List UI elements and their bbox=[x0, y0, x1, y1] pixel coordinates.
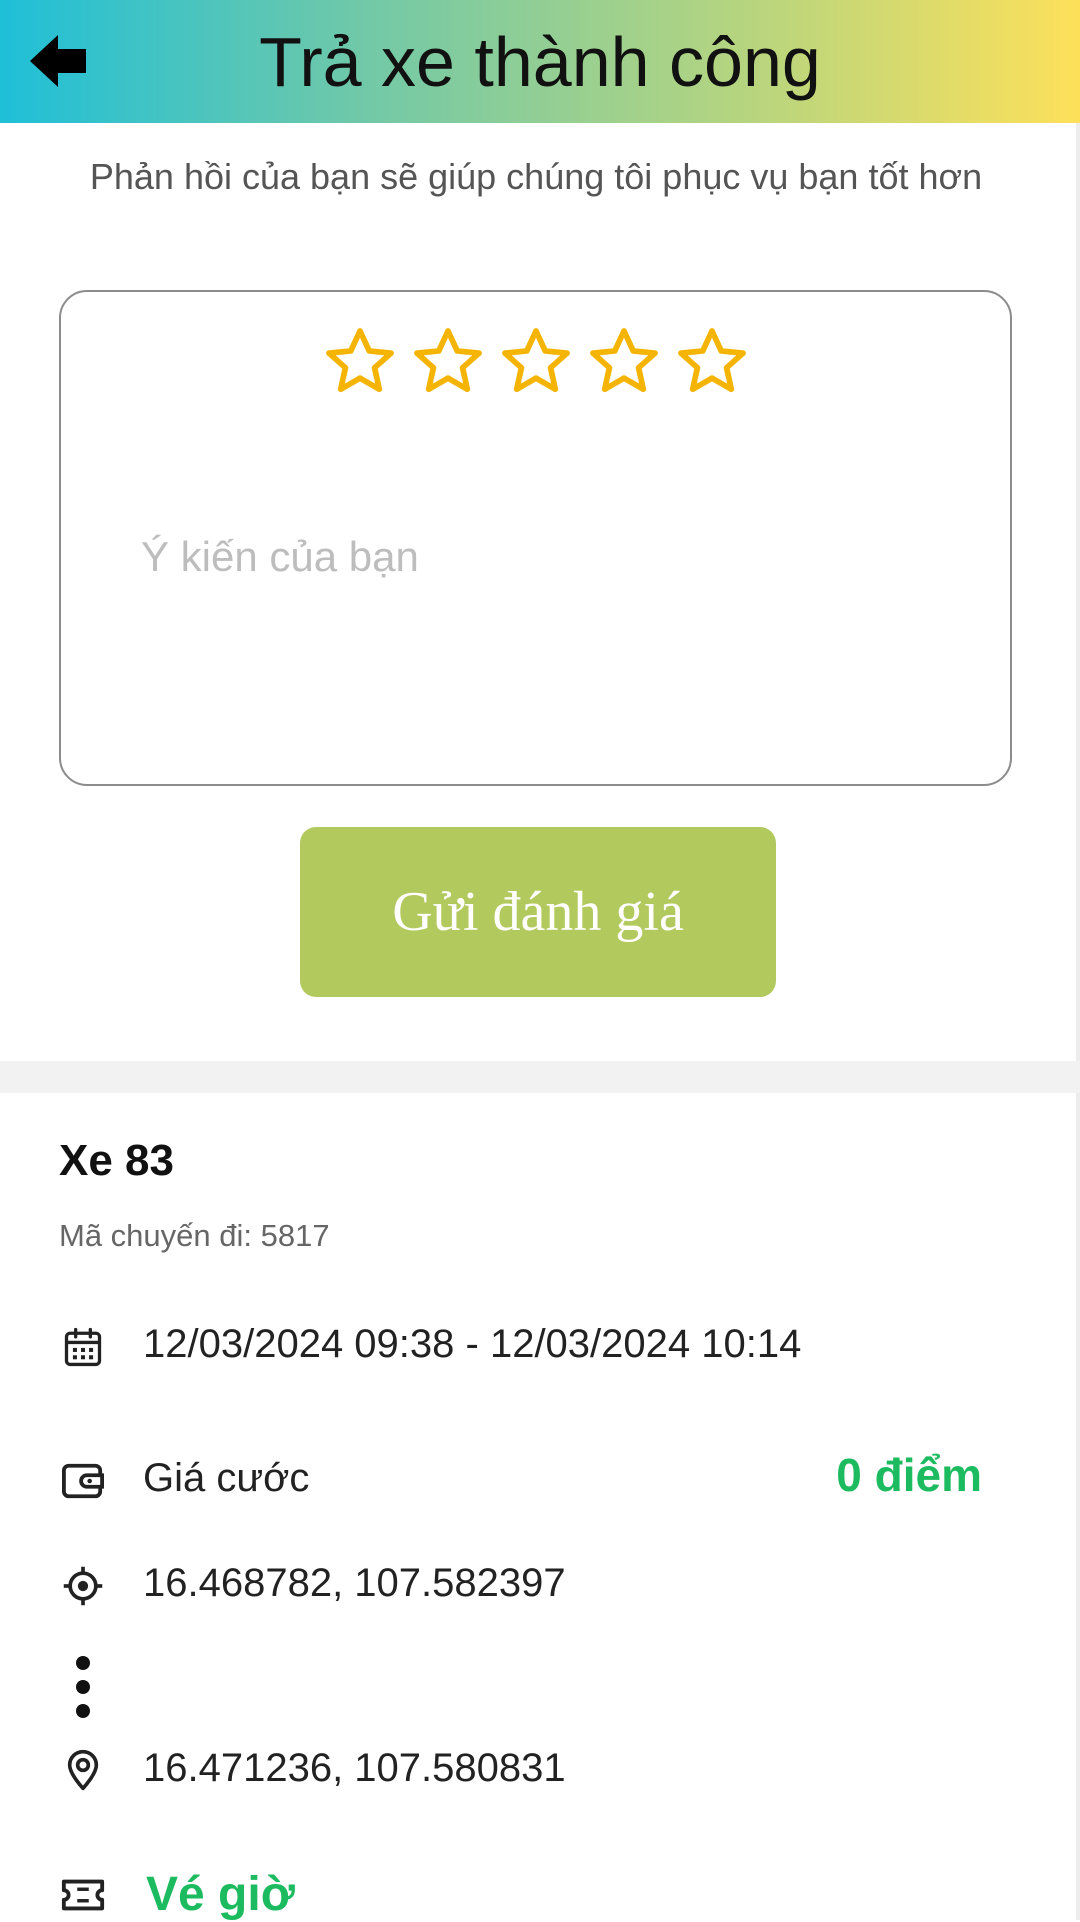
submit-review-button[interactable]: Gửi đánh giá bbox=[300, 827, 776, 997]
star-icon[interactable] bbox=[410, 324, 486, 400]
scroll-edge bbox=[1076, 123, 1080, 1920]
end-location: 16.471236, 107.580831 bbox=[143, 1746, 566, 1790]
feedback-card bbox=[59, 290, 1012, 786]
star-icon[interactable] bbox=[674, 324, 750, 400]
feedback-hint: Phản hồi của bạn sẽ giúp chúng tôi phục … bbox=[89, 156, 983, 197]
route-dots-icon bbox=[59, 1652, 107, 1722]
trip-code: Mã chuyến đi: 5817 bbox=[59, 1218, 330, 1253]
star-rating bbox=[61, 324, 1010, 400]
vehicle-name: Xe 83 bbox=[59, 1136, 174, 1185]
gps-target-icon bbox=[59, 1562, 107, 1610]
calendar-icon bbox=[59, 1323, 107, 1371]
star-icon[interactable] bbox=[586, 324, 662, 400]
page-title: Trả xe thành công bbox=[259, 22, 821, 101]
section-divider bbox=[0, 1061, 1080, 1093]
ticket-icon bbox=[59, 1871, 107, 1919]
star-icon[interactable] bbox=[498, 324, 574, 400]
ticket-type: Vé giờ bbox=[146, 1868, 295, 1921]
fare-label: Giá cước bbox=[143, 1456, 310, 1500]
comment-input[interactable] bbox=[141, 512, 941, 602]
fare-value: 0 điểm bbox=[836, 1449, 982, 1501]
arrow-left-icon bbox=[30, 35, 86, 87]
back-button[interactable] bbox=[22, 26, 96, 96]
location-pin-icon bbox=[59, 1746, 107, 1794]
start-location: 16.468782, 107.582397 bbox=[143, 1561, 566, 1605]
star-icon[interactable] bbox=[322, 324, 398, 400]
trip-time-range: 12/03/2024 09:38 - 12/03/2024 10:14 bbox=[143, 1322, 802, 1366]
app-header: Trả xe thành công bbox=[0, 0, 1080, 123]
wallet-icon bbox=[59, 1457, 107, 1505]
